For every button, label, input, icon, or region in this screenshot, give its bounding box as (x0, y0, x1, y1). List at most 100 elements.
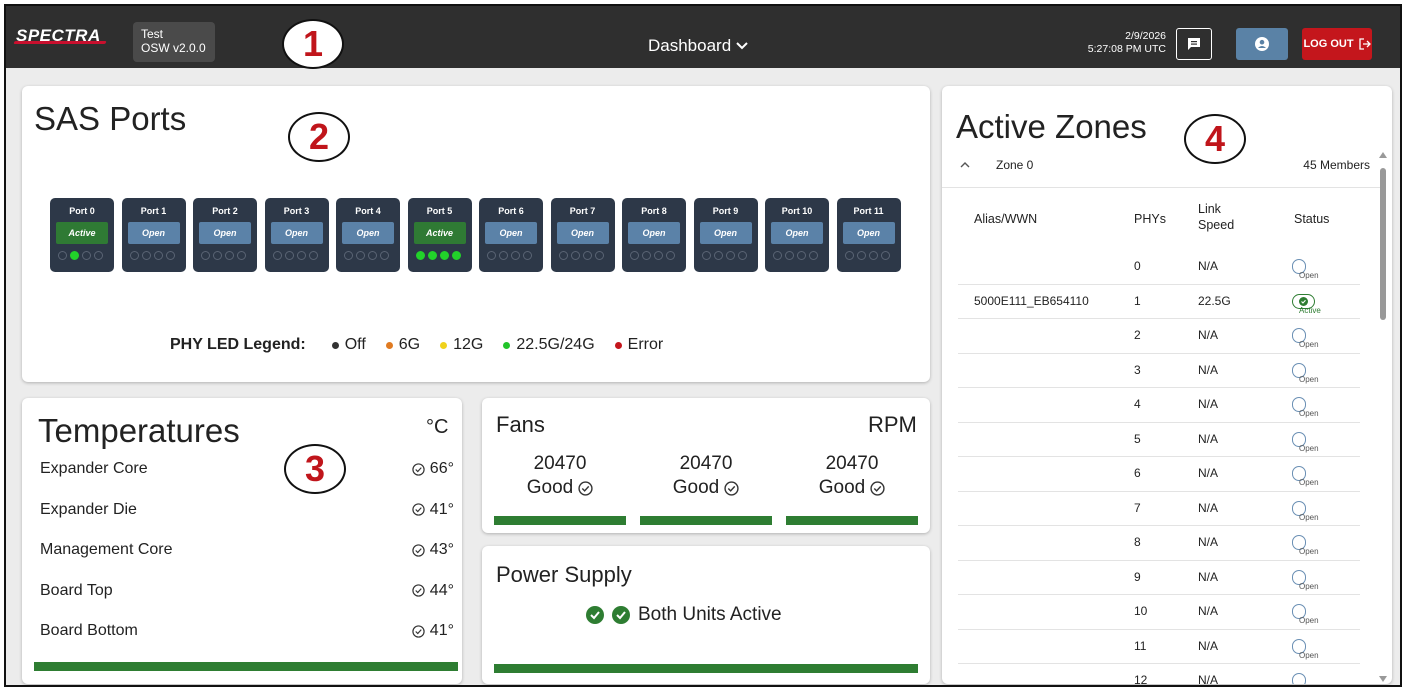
temperature-row: Board Bottom 41° (40, 622, 454, 640)
sas-port[interactable]: Port 9 Open (693, 198, 758, 272)
phy-led (666, 251, 675, 260)
col-alias: Alias/WWN (974, 212, 1038, 226)
fan-status-group: Good (640, 476, 772, 500)
legend-label: Error (627, 336, 664, 353)
port-status: Open (485, 222, 537, 244)
zone-table-row[interactable]: 6 N/A Open (958, 457, 1360, 492)
legend-label: 22.5G/24G (516, 336, 595, 353)
check-outline-icon (412, 584, 425, 597)
zone-table-row[interactable]: 12 N/A Open (958, 664, 1360, 684)
temperature-value: 43° (429, 541, 454, 558)
phy-led (773, 251, 782, 260)
sas-port[interactable]: Port 1 Open (121, 198, 186, 272)
zone-link-speed: N/A (1198, 569, 1219, 584)
scroll-thumb[interactable] (1380, 168, 1386, 320)
fan-rpm: 20470 (533, 453, 587, 474)
zone-table-row[interactable]: 4 N/A Open (958, 388, 1360, 423)
callout-2: 2 (288, 112, 350, 162)
zone-name: Zone 0 (996, 158, 1034, 172)
dashboard-nav-dropdown[interactable]: Dashboard (648, 36, 749, 56)
zone-status-badge: Open (1292, 604, 1319, 625)
zone-status-text: Open (1299, 547, 1319, 556)
port-status: Open (628, 222, 680, 244)
fan-status-bar (640, 516, 772, 525)
zone-phy: 12 (1134, 673, 1148, 684)
sas-port[interactable]: Port 0 Active (50, 198, 114, 272)
fan-item: 20470 Good (786, 452, 918, 500)
sas-port[interactable]: Port 4 Open (336, 198, 400, 272)
sas-port[interactable]: Port 2 Open (193, 198, 257, 272)
zone-status-text: Open (1299, 340, 1319, 349)
power-supply-card: Power Supply Both Units Active (482, 546, 930, 684)
zone-table-row[interactable]: 5000E111_EB654110 1 22.5G Active (958, 285, 1360, 319)
zone-table-row[interactable]: 10 N/A Open (958, 595, 1360, 630)
phy-led (284, 251, 294, 260)
fan-item: 20470 Good (640, 452, 772, 500)
phy-led (582, 251, 592, 260)
phy-led (165, 251, 175, 260)
zone-table-row[interactable]: 0 N/A Open (958, 250, 1360, 285)
zone-phy: 10 (1134, 604, 1148, 618)
sas-port[interactable]: Port 3 Open (264, 198, 329, 272)
zone-status-text: Open (1299, 374, 1319, 384)
temperature-value-group: 41° (412, 622, 454, 640)
check-outline-icon (412, 624, 425, 638)
phy-led (868, 251, 878, 260)
phy-led (713, 251, 723, 260)
user-account-button[interactable] (1236, 28, 1288, 60)
phy-led (427, 251, 437, 260)
zone-status-text: Open (1299, 271, 1319, 280)
phy-led (70, 251, 79, 260)
sas-port[interactable]: Port 6 Open (479, 198, 543, 272)
fans-unit: RPM (868, 412, 917, 437)
legend-item: 22.5G/24G (503, 336, 595, 354)
zone-table-row[interactable]: 7 N/A Open (958, 492, 1360, 526)
legend-label: Off (344, 336, 366, 353)
port-name: Port 6 (498, 206, 524, 216)
zone-table-row[interactable]: 8 N/A Open (958, 526, 1360, 561)
port-leds (844, 251, 890, 260)
zone-table-row[interactable]: 3 N/A Open (958, 354, 1360, 388)
temperature-label: Expander Core (40, 460, 148, 477)
port-leds (773, 251, 818, 260)
zone-status-text: Open (1299, 409, 1319, 418)
sas-port[interactable]: Port 10 Open (765, 198, 829, 272)
phy-led (201, 251, 210, 260)
sas-port[interactable]: Port 5 Active (407, 198, 472, 272)
zones-scrollbar[interactable] (1378, 152, 1388, 682)
zone-link-speed: N/A (1198, 328, 1219, 342)
sas-port[interactable]: Port 11 Open (836, 198, 901, 272)
sas-port[interactable]: Port 7 Open (550, 198, 615, 272)
zone-members: 45 Members (1303, 158, 1370, 172)
zone-table-row[interactable]: 9 N/A Open (958, 561, 1360, 595)
zone-link-speed: N/A (1198, 500, 1219, 515)
zone-status-text: Open (1299, 478, 1319, 487)
zone-status-text: Open (1299, 512, 1319, 522)
check-outline-icon (578, 480, 593, 496)
sas-port[interactable]: Port 8 Open (622, 198, 686, 272)
message-icon (1188, 38, 1200, 50)
phy-led (570, 251, 580, 260)
active-zones-card: Active Zones 4 Zone 0 45 Members Alias/W… (942, 86, 1392, 684)
zone-table-row[interactable]: 2 N/A Open (958, 319, 1360, 354)
temperature-row: Expander Die 41° (40, 501, 454, 519)
phy-led (797, 251, 806, 260)
scroll-up-arrow[interactable] (1379, 152, 1387, 158)
scroll-down-arrow[interactable] (1379, 676, 1387, 682)
spectra-logo[interactable]: SPECTRA (13, 26, 107, 46)
port-status: Active (413, 222, 466, 244)
zone-accordion-header[interactable]: Zone 0 45 Members (960, 158, 1370, 172)
temperature-value: 44° (429, 581, 454, 599)
zone-table-row[interactable]: 11 N/A Open (958, 630, 1360, 664)
nav-title: Dashboard (648, 36, 732, 55)
phy-led (380, 251, 389, 260)
zone-link-speed: N/A (1198, 259, 1219, 273)
temperature-value-group: 44° (412, 582, 454, 600)
phy-led (809, 251, 818, 260)
messages-button[interactable] (1176, 28, 1212, 60)
temperature-value: 41° (429, 500, 454, 518)
logout-button[interactable]: LOG OUT (1302, 28, 1372, 60)
zone-table-row[interactable]: 5 N/A Open (958, 423, 1360, 457)
phy-led (594, 251, 604, 260)
fan-status-group: Good (494, 476, 626, 500)
